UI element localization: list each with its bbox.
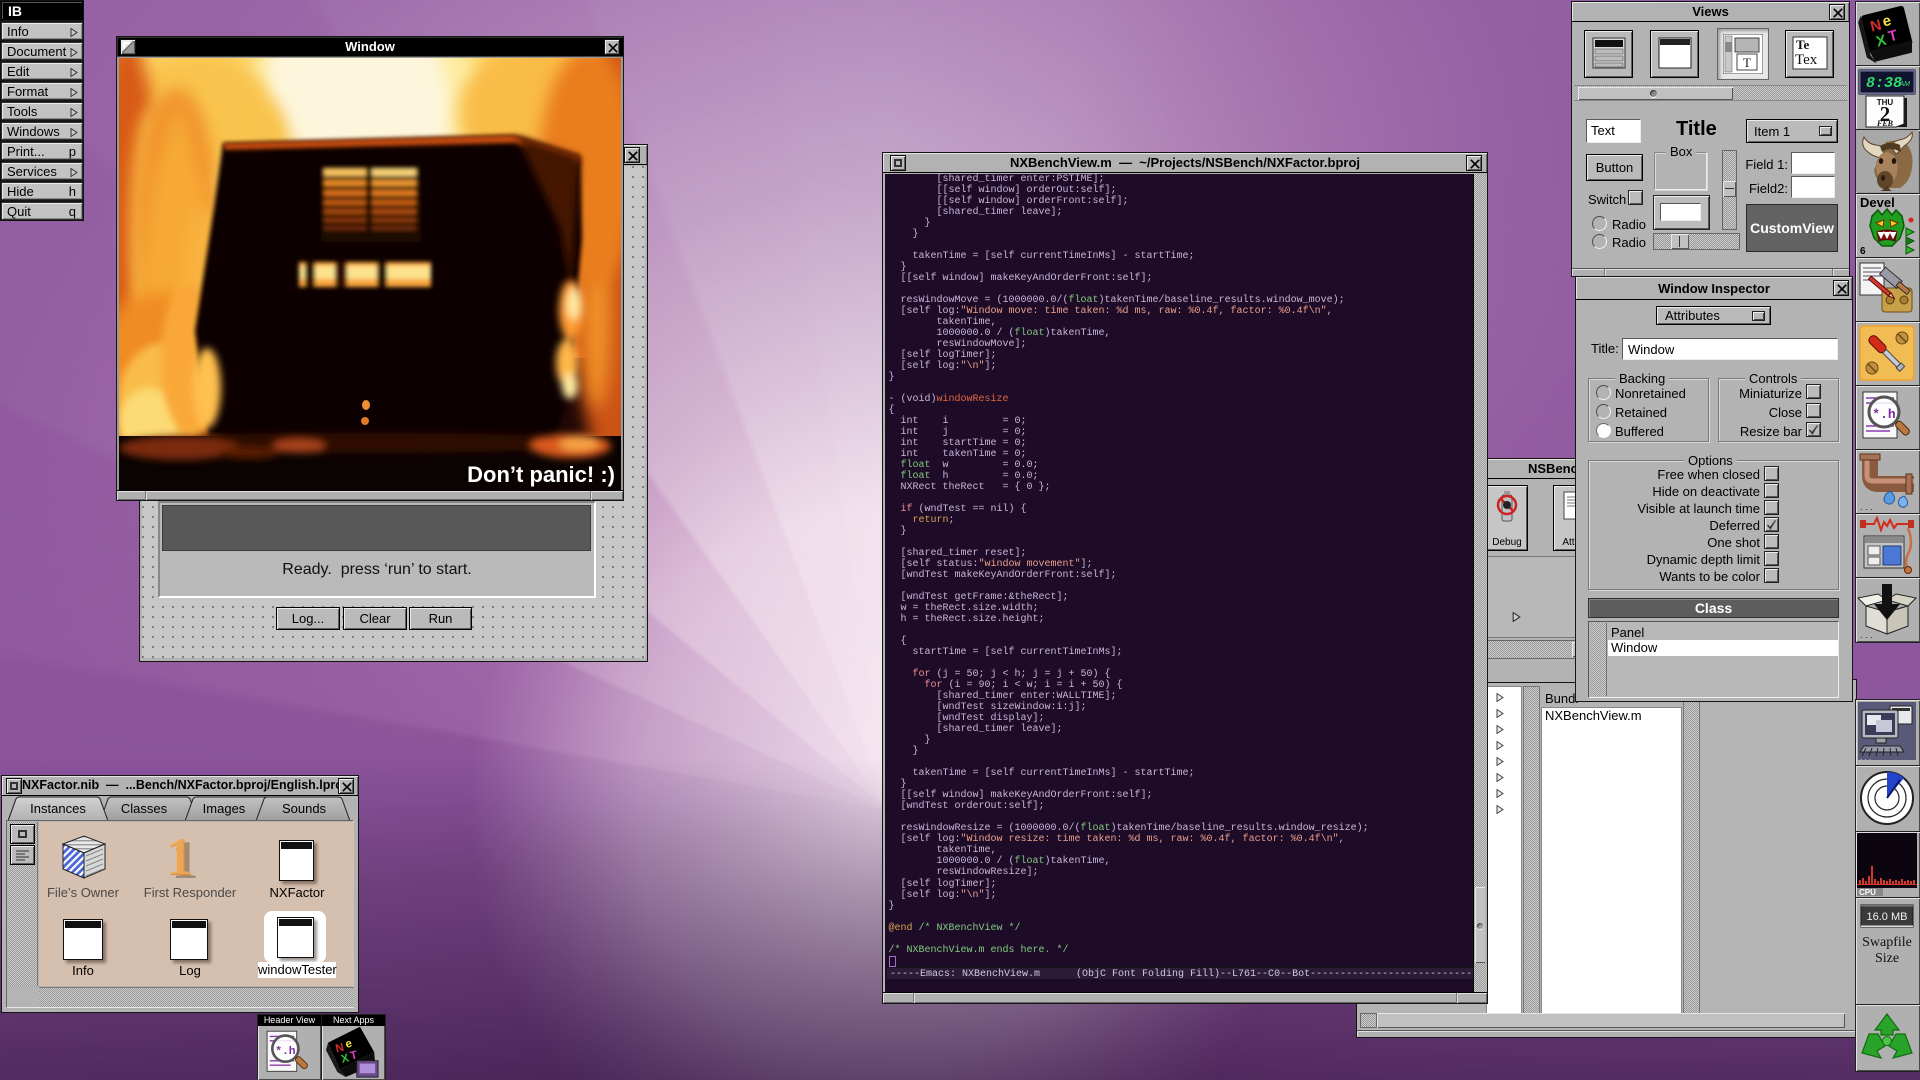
svg-text:AM: AM bbox=[1899, 81, 1911, 88]
svg-text:CPU: CPU bbox=[1859, 888, 1876, 896]
svg-text:. . .: . . . bbox=[1860, 630, 1873, 640]
svg-text:Instances: Instances bbox=[30, 801, 86, 816]
svg-text:Sounds: Sounds bbox=[282, 801, 327, 816]
svg-text:*.h: *.h bbox=[275, 1046, 296, 1058]
svg-text:Size: Size bbox=[1875, 951, 1899, 966]
svg-text:*.h: *.h bbox=[1872, 407, 1896, 422]
svg-text:. . .: . . . bbox=[1860, 502, 1873, 512]
svg-text:Images: Images bbox=[203, 801, 246, 816]
svg-text:16.0 MB: 16.0 MB bbox=[1867, 911, 1908, 923]
svg-text:Don’t panic! :): Don’t panic! :) bbox=[467, 462, 615, 487]
svg-text:Te: Te bbox=[1796, 37, 1809, 52]
svg-text:Swapfile: Swapfile bbox=[1862, 935, 1912, 950]
svg-text:. . .: . . . bbox=[1860, 753, 1871, 762]
svg-text:6: 6 bbox=[1860, 246, 1866, 256]
svg-text:Classes: Classes bbox=[121, 801, 168, 816]
svg-text:8:38: 8:38 bbox=[1866, 75, 1902, 92]
svg-text:Tex: Tex bbox=[1795, 52, 1818, 68]
svg-text:T: T bbox=[1743, 55, 1751, 70]
svg-text:FEB: FEB bbox=[1876, 119, 1894, 128]
svg-text:1: 1 bbox=[166, 828, 193, 886]
svg-text:Devel: Devel bbox=[1860, 195, 1895, 210]
